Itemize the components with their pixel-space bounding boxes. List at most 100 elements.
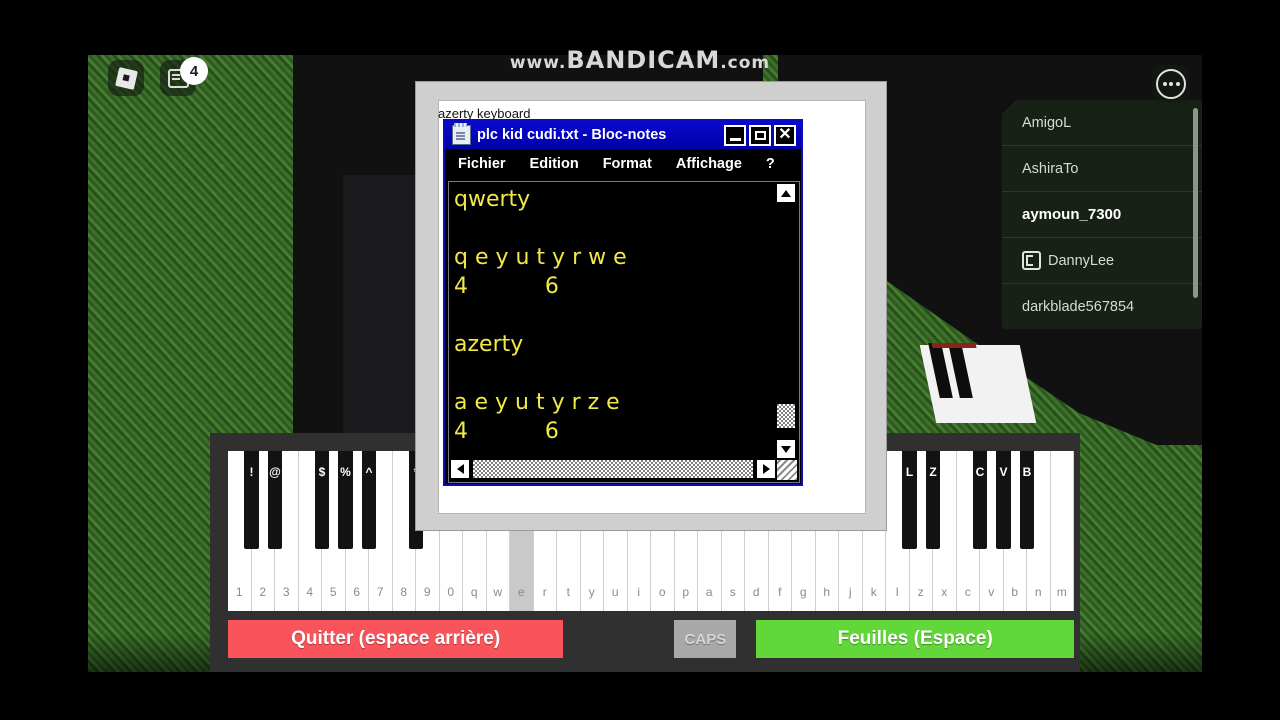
piano-white-key-m[interactable]: m xyxy=(1050,451,1074,611)
piano-key-label: k xyxy=(870,585,877,599)
notepad-title-bar[interactable]: plc kid cudi.txt - Bloc-notes ✕ xyxy=(445,121,801,149)
piano-key-label: z xyxy=(917,585,924,599)
piano-key-label: 4 xyxy=(306,585,314,599)
quit-button[interactable]: Quitter (espace arrière) xyxy=(228,620,564,658)
notepad-icon xyxy=(452,123,471,145)
piano-black-key-@[interactable]: @ xyxy=(267,451,283,549)
piano-key-label: o xyxy=(658,585,666,599)
watermark-suffix: .com xyxy=(720,53,771,73)
piano-key-label: u xyxy=(611,585,619,599)
scroll-right-button[interactable] xyxy=(756,459,776,479)
piano-key-label: i xyxy=(637,585,641,599)
piano-black-key-![interactable]: ! xyxy=(244,451,259,549)
player-name: AshiraTo xyxy=(1022,160,1079,177)
vertical-scrollbar[interactable] xyxy=(776,183,798,459)
list-item[interactable]: AshiraTo xyxy=(1002,146,1202,192)
piano-key-label: d xyxy=(752,585,760,599)
watermark-prefix: www. xyxy=(509,53,567,73)
player-list: AmigoL AshiraTo aymoun_7300 DannyLee dar… xyxy=(1002,100,1202,329)
horizontal-scroll-thumb[interactable] xyxy=(472,459,754,479)
piano-key-label: x xyxy=(941,585,948,599)
notepad-text-area[interactable]: qwerty q e y u t y r w e 4 6 azerty a e … xyxy=(448,181,800,483)
menu-item-help[interactable]: ? xyxy=(766,156,775,172)
letterbox-left xyxy=(0,0,88,720)
player-list-scrollbar[interactable] xyxy=(1193,108,1198,298)
piano-key-label: 9 xyxy=(423,585,431,599)
piano-black-key-L[interactable]: L xyxy=(902,451,917,549)
more-options-icon xyxy=(1156,69,1186,99)
piano-key-label: m xyxy=(1056,585,1067,599)
piano-key-label: a xyxy=(705,585,713,599)
caps-button[interactable]: CAPS xyxy=(674,620,737,658)
piano-felt-right xyxy=(931,343,977,348)
notepad-menu-bar: Fichier Edition Format Affichage ? xyxy=(445,149,801,179)
notepad-window[interactable]: plc kid cudi.txt - Bloc-notes ✕ Fichier … xyxy=(443,119,803,486)
menu-item-format[interactable]: Format xyxy=(603,156,652,172)
piano-key-label: e xyxy=(517,585,525,599)
screen-root: www.BANDICAM.com 4 AmigoL AshiraTo aymou… xyxy=(0,0,1280,720)
piano-button-row: Quitter (espace arrière) CAPS Feuilles (… xyxy=(228,620,1074,658)
piano-key-label: c xyxy=(964,585,971,599)
player-name: DannyLee xyxy=(1048,252,1115,269)
scroll-down-button[interactable] xyxy=(776,439,796,459)
roblox-logo-icon xyxy=(114,66,138,90)
piano-black-key-%[interactable]: % xyxy=(338,451,353,549)
piano-key-label: 2 xyxy=(259,585,267,599)
piano-key-label: C xyxy=(975,465,985,479)
piano-key-label: v xyxy=(988,585,995,599)
list-item[interactable]: DannyLee xyxy=(1002,238,1202,284)
minimize-button[interactable] xyxy=(724,124,746,146)
piano-black-key-V[interactable]: V xyxy=(996,451,1011,549)
piano-key-label: B xyxy=(1022,465,1032,479)
piano-key-label: l xyxy=(895,585,899,599)
player-name: AmigoL xyxy=(1022,114,1072,131)
piano-key-label: b xyxy=(1011,585,1019,599)
piano-key-label: 7 xyxy=(376,585,384,599)
player-name: darkblade567854 xyxy=(1022,298,1135,315)
piano-key-label: 8 xyxy=(400,585,408,599)
sheets-button[interactable]: Feuilles (Espace) xyxy=(756,620,1074,658)
menu-item-affichage[interactable]: Affichage xyxy=(676,156,742,172)
player-name: aymoun_7300 xyxy=(1022,206,1122,223)
piano-key-label: q xyxy=(470,585,478,599)
piano-key-label: r xyxy=(542,585,547,599)
piano-key-label: 6 xyxy=(353,585,361,599)
list-item[interactable]: darkblade567854 xyxy=(1002,284,1202,329)
piano-key-label: 0 xyxy=(447,585,455,599)
close-button[interactable]: ✕ xyxy=(774,124,796,146)
piano-key-label: $ xyxy=(318,465,326,479)
piano-key-label: g xyxy=(799,585,807,599)
menu-item-edition[interactable]: Edition xyxy=(530,156,579,172)
list-item[interactable]: aymoun_7300 xyxy=(1002,192,1202,238)
piano-black-key-^[interactable]: ^ xyxy=(361,451,377,549)
piano-key-label: 5 xyxy=(329,585,337,599)
more-options-button[interactable] xyxy=(1152,65,1190,103)
horizontal-scrollbar[interactable] xyxy=(450,459,776,481)
close-icon: ✕ xyxy=(778,126,792,143)
notepad-window-controls: ✕ xyxy=(724,124,798,146)
piano-key-label: y xyxy=(588,585,595,599)
piano-key-label: ! xyxy=(249,465,254,479)
piano-black-key-Z[interactable]: Z xyxy=(925,451,941,549)
piano-key-label: 3 xyxy=(282,585,290,599)
maximize-button[interactable] xyxy=(749,124,771,146)
letterbox-right xyxy=(1202,0,1280,720)
piano-key-label: Z xyxy=(929,465,937,479)
piano-black-key-C[interactable]: C xyxy=(972,451,988,549)
piano-key-label: w xyxy=(493,585,503,599)
piano-key-label: t xyxy=(566,585,570,599)
notepad-text-content: qwerty q e y u t y r w e 4 6 azerty a e … xyxy=(454,187,627,444)
piano-key-label: p xyxy=(682,585,690,599)
resize-grip[interactable] xyxy=(776,459,798,481)
piano-key-label: s xyxy=(729,585,736,599)
vertical-scroll-thumb[interactable] xyxy=(776,403,796,429)
scroll-up-button[interactable] xyxy=(776,183,796,203)
scroll-left-button[interactable] xyxy=(450,459,470,479)
menu-item-fichier[interactable]: Fichier xyxy=(458,156,506,172)
piano-key-label: L xyxy=(905,465,914,479)
piano-black-key-$[interactable]: $ xyxy=(314,451,330,549)
list-item[interactable]: AmigoL xyxy=(1002,100,1202,146)
piano-black-key-B[interactable]: B xyxy=(1019,451,1035,549)
premium-icon xyxy=(1022,251,1041,270)
roblox-menu-button[interactable] xyxy=(108,60,144,96)
